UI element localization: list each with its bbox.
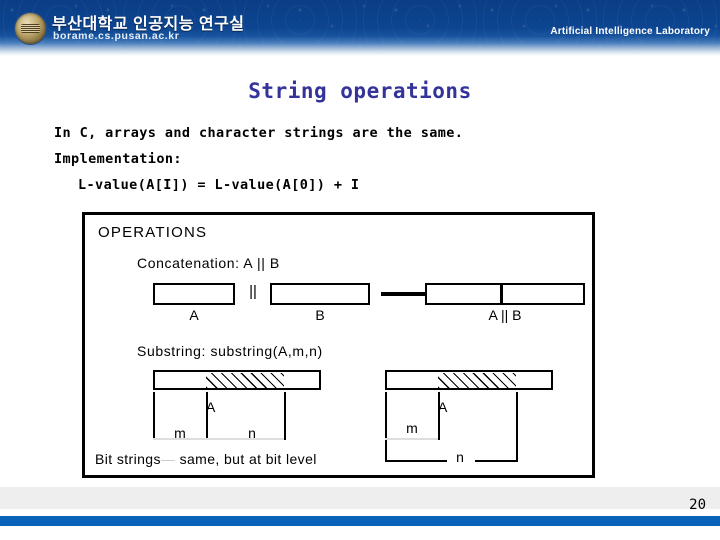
operations-figure: OPERATIONS Concatenation: A || B A || B … [82, 212, 595, 478]
substring-left-offset-label: m [174, 425, 186, 441]
arrow-shaft [381, 292, 431, 296]
lab-name-english: Artificial Intelligence Laboratory [550, 26, 710, 37]
body-line-3: L-value(A[I]) = L-value(A[0]) + I [78, 177, 360, 193]
string-box-b [270, 283, 370, 305]
bit-strings-note: Bit strings— same, but at bit level [95, 451, 317, 467]
substring-right-length-label: n [456, 449, 464, 465]
substring-right-offset-line [385, 438, 438, 440]
substring-right-tick-end [516, 392, 518, 462]
concat-operator: || [249, 283, 257, 300]
substring-left-hatched-segment [206, 372, 284, 388]
body-line-1: In C, arrays and character strings are t… [54, 125, 464, 141]
substring-left-tick-start [153, 392, 155, 440]
page-number: 20 [689, 497, 706, 513]
string-box-ab-result [425, 283, 585, 305]
string-box-ab-label: A || B [488, 307, 522, 323]
substring-right-hatched-segment [438, 372, 516, 388]
substring-left-length-label: n [248, 425, 256, 441]
substring-right-segment-label: A [438, 399, 448, 415]
bit-strings-dash: — [160, 451, 176, 467]
substring-left-tick-end [284, 392, 286, 440]
string-box-ab-divider [500, 283, 503, 305]
footer-strip [0, 487, 720, 509]
string-box-b-label: B [315, 307, 325, 323]
figure-heading: OPERATIONS [98, 224, 208, 241]
university-emblem-icon [15, 13, 46, 44]
bit-strings-suffix: same, but at bit level [179, 451, 317, 467]
substring-right-length-line-right [475, 460, 517, 462]
substring-left-segment-label: A [206, 399, 216, 415]
page-header-banner: 부산대학교 인공지능 연구실 borame.cs.pusan.ac.kr Art… [0, 0, 720, 56]
substring-label: Substring: substring(A,m,n) [137, 343, 323, 359]
lab-url: borame.cs.pusan.ac.kr [53, 30, 180, 42]
string-box-a [153, 283, 235, 305]
footer-bar [0, 516, 720, 526]
page-title: String operations [248, 79, 472, 103]
substring-right-offset-label: m [406, 420, 418, 436]
substring-right-length-line-left [385, 460, 447, 462]
substring-right-tick-start [385, 392, 387, 462]
body-line-2: Implementation: [54, 151, 182, 167]
string-box-a-label: A [189, 307, 199, 323]
concatenation-label: Concatenation: A || B [137, 255, 280, 271]
bit-strings-prefix: Bit strings [95, 451, 161, 467]
